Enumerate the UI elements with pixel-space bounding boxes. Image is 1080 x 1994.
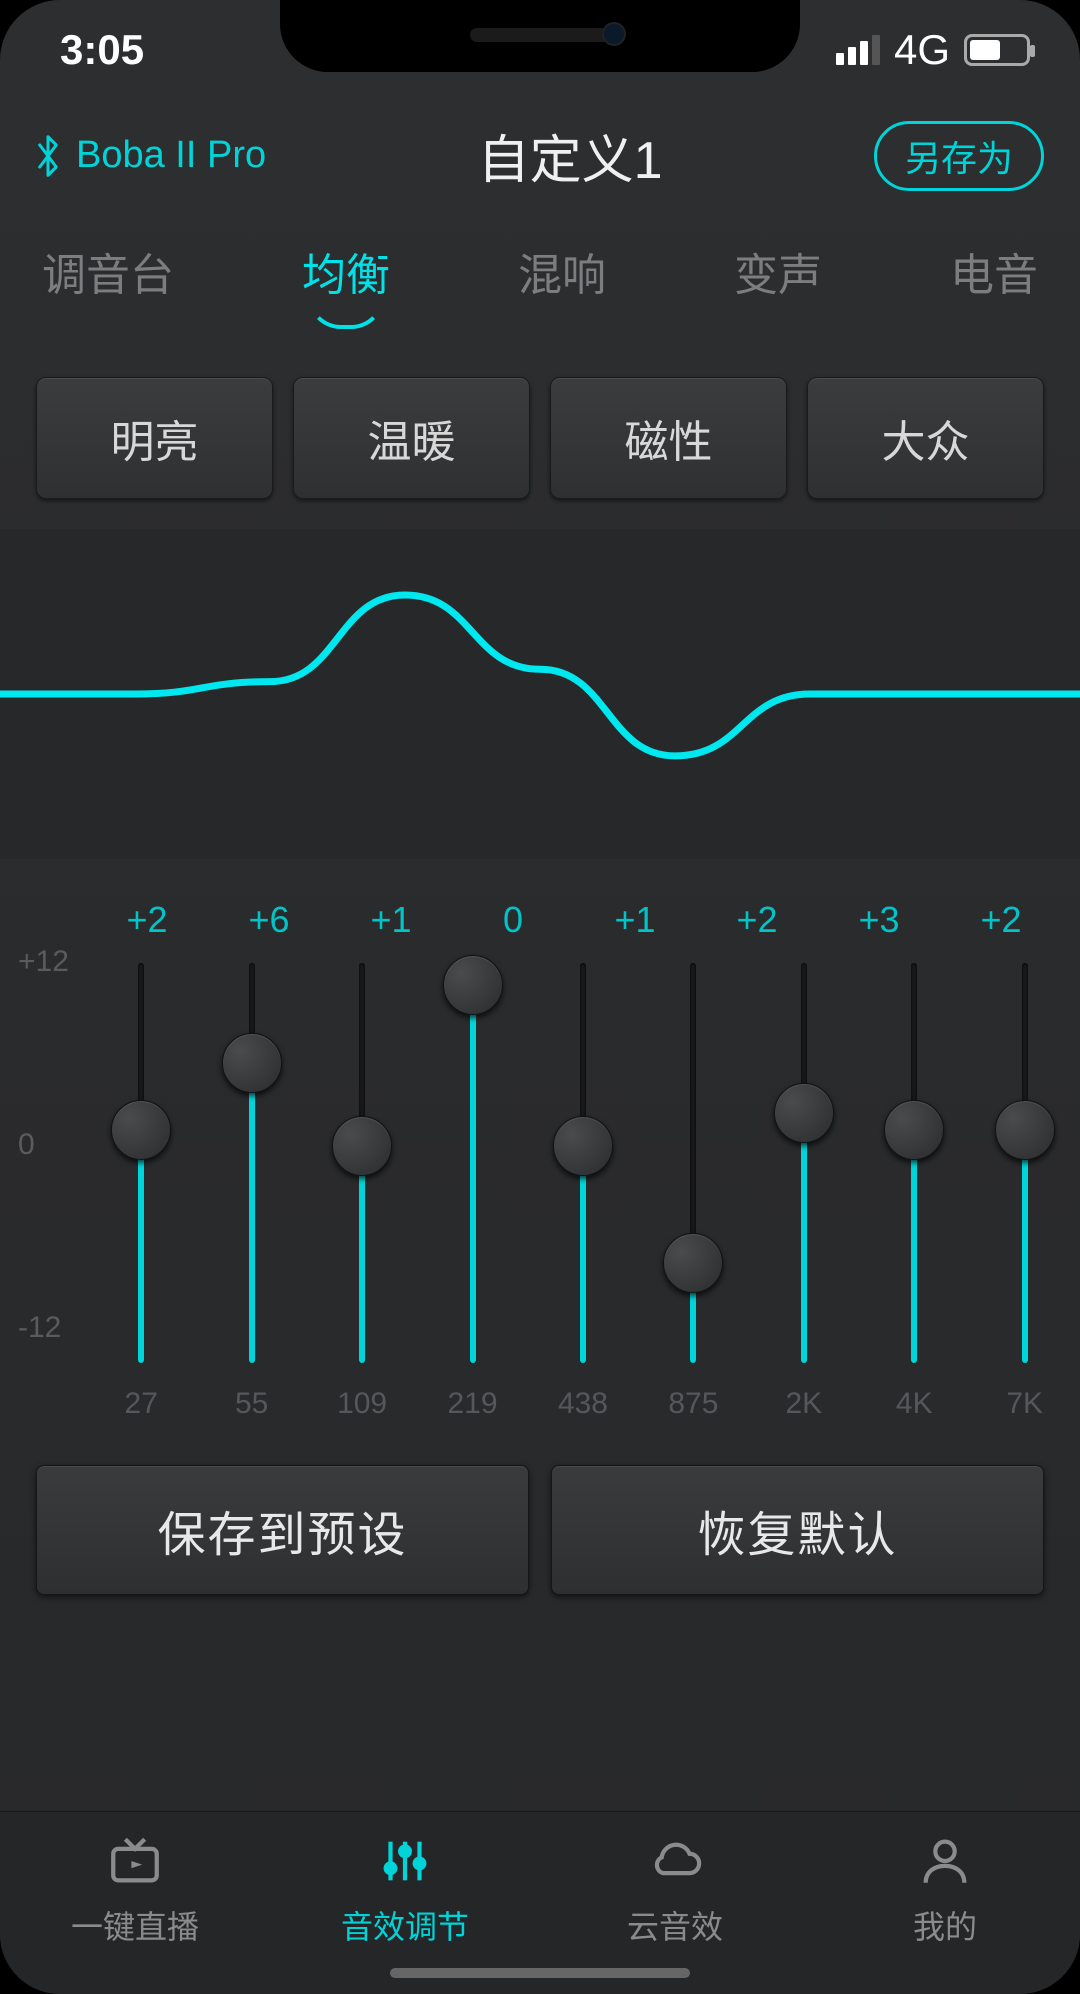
eq-slider-1[interactable] <box>196 963 306 1363</box>
slider-thumb[interactable] <box>774 1083 834 1143</box>
eq-slider-3[interactable] <box>417 963 527 1363</box>
bluetooth-device[interactable]: Boba II Pro <box>30 134 266 178</box>
eq-freq-1: 55 <box>196 1387 306 1421</box>
nav-label: 云音效 <box>627 1902 723 1948</box>
tab-0[interactable]: 调音台 <box>42 239 174 323</box>
eq-slider-7[interactable] <box>859 963 969 1363</box>
eq-slider-4[interactable] <box>528 963 638 1363</box>
eq-freq-8: 7K <box>970 1387 1080 1421</box>
slider-thumb[interactable] <box>222 1033 282 1093</box>
eq-freq-3: 219 <box>417 1387 527 1421</box>
bluetooth-icon <box>30 134 66 178</box>
eq-value-7: +2 <box>940 899 1062 941</box>
preset-button-2[interactable]: 磁性 <box>550 377 787 499</box>
nav-item-user[interactable]: 我的 <box>810 1830 1080 1948</box>
slider-thumb[interactable] <box>111 1100 171 1160</box>
nav-item-cloud[interactable]: 云音效 <box>540 1830 810 1948</box>
slider-thumb[interactable] <box>884 1100 944 1160</box>
eq-value-6: +3 <box>818 899 940 941</box>
page-title: 自定义1 <box>478 118 663 193</box>
eq-slider-5[interactable] <box>638 963 748 1363</box>
nav-item-tv[interactable]: 一键直播 <box>0 1830 270 1948</box>
eq-sliders-area: +12 0 -12 +2+6+10+1+2+3+2+ 2755109219438… <box>0 859 1080 1421</box>
eq-value-2: +1 <box>330 899 452 941</box>
status-time: 3:05 <box>60 26 144 74</box>
eq-curve <box>0 529 1080 859</box>
eq-freq-5: 875 <box>638 1387 748 1421</box>
nav-label: 我的 <box>913 1902 977 1948</box>
preset-row: 明亮温暖磁性大众 <box>0 353 1080 519</box>
effect-tabs: 调音台 均衡 混响 变声 电音 <box>0 219 1080 353</box>
bottom-nav: 一键直播 音效调节 云音效 我的 <box>0 1811 1080 1994</box>
network-label: 4G <box>894 26 950 74</box>
home-indicator <box>390 1968 690 1978</box>
app-header: Boba II Pro 自定义1 另存为 <box>0 100 1080 219</box>
eq-freq-2: 109 <box>307 1387 417 1421</box>
slider-thumb[interactable] <box>443 955 503 1015</box>
slider-thumb[interactable] <box>553 1116 613 1176</box>
nav-label: 音效调节 <box>341 1902 469 1948</box>
reset-default-button[interactable]: 恢复默认 <box>551 1465 1044 1595</box>
preset-button-0[interactable]: 明亮 <box>36 377 273 499</box>
save-preset-button[interactable]: 保存到预设 <box>36 1465 529 1595</box>
battery-icon <box>964 34 1030 66</box>
eq-slider-0[interactable] <box>86 963 196 1363</box>
eq-value-3: 0 <box>452 899 574 941</box>
preset-button-1[interactable]: 温暖 <box>293 377 530 499</box>
tv-icon <box>106 1830 164 1892</box>
nav-item-sliders[interactable]: 音效调节 <box>270 1830 540 1948</box>
eq-slider-8[interactable] <box>970 963 1080 1363</box>
nav-label: 一键直播 <box>71 1902 199 1948</box>
slider-thumb[interactable] <box>995 1100 1055 1160</box>
eq-value-4: +1 <box>574 899 696 941</box>
cloud-icon <box>646 1830 704 1892</box>
eq-value-8: + <box>1062 899 1080 941</box>
tab-2[interactable]: 混响 <box>518 239 606 323</box>
eq-value-1: +6 <box>208 899 330 941</box>
action-row: 保存到预设 恢复默认 <box>0 1421 1080 1615</box>
signal-icon <box>836 35 880 65</box>
eq-slider-2[interactable] <box>307 963 417 1363</box>
eq-freq-4: 438 <box>528 1387 638 1421</box>
preset-button-3[interactable]: 大众 <box>807 377 1044 499</box>
save-as-button[interactable]: 另存为 <box>874 121 1044 191</box>
eq-freq-7: 4K <box>859 1387 969 1421</box>
tab-4[interactable]: 电音 <box>950 239 1038 323</box>
slider-thumb[interactable] <box>332 1116 392 1176</box>
device-name: Boba II Pro <box>76 134 266 177</box>
eq-value-5: +2 <box>696 899 818 941</box>
tab-3[interactable]: 变声 <box>734 239 822 323</box>
slider-thumb[interactable] <box>663 1233 723 1293</box>
sliders-icon <box>376 1830 434 1892</box>
eq-freq-0: 27 <box>86 1387 196 1421</box>
eq-freq-6: 2K <box>749 1387 859 1421</box>
tab-1[interactable]: 均衡 <box>302 239 390 323</box>
user-icon <box>916 1830 974 1892</box>
eq-value-0: +2 <box>86 899 208 941</box>
eq-slider-6[interactable] <box>749 963 859 1363</box>
